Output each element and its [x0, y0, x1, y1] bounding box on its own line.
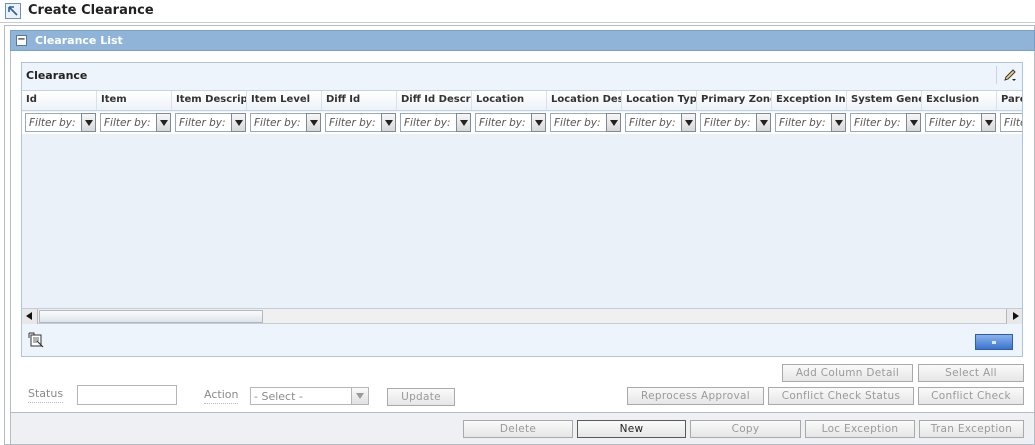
- add-column-detail-button[interactable]: Add Column Detail: [782, 364, 913, 382]
- action-label: Action: [204, 388, 239, 404]
- clearance-table: Clearance IdItemItem DescriptionItem Lev…: [21, 62, 1023, 357]
- filter-cell: Filter by:: [847, 113, 922, 132]
- page-title: Create Clearance: [28, 3, 154, 18]
- column-header[interactable]: Item Description: [172, 91, 247, 110]
- select-all-button[interactable]: Select All: [918, 364, 1024, 382]
- filter-input[interactable]: Filter by:: [325, 113, 382, 132]
- table-body: [22, 134, 1022, 308]
- column-header[interactable]: Parent: [997, 91, 1022, 110]
- column-header[interactable]: Location Type: [622, 91, 697, 110]
- chevron-down-icon[interactable]: [156, 113, 171, 132]
- filter-cell: Filter by:: [922, 113, 997, 132]
- filter-cell: Filter by:: [997, 113, 1022, 132]
- conflict-check-status-button[interactable]: Conflict Check Status: [768, 387, 914, 405]
- status-label: Status: [28, 387, 64, 403]
- filter-input[interactable]: Filter by:: [550, 113, 607, 132]
- update-button[interactable]: Update: [387, 388, 455, 406]
- filter-input[interactable]: Filter by:: [700, 113, 757, 132]
- footer-action-button[interactable]: [975, 334, 1013, 350]
- filter-cell: Filter by:: [772, 113, 847, 132]
- filter-cell: Filter by:: [247, 113, 322, 132]
- scrollbar-thumb[interactable]: [39, 310, 263, 323]
- filter-input[interactable]: Filter by:: [1000, 113, 1022, 132]
- filter-cell: Filter by:: [397, 113, 472, 132]
- page-title-bar: Create Clearance: [0, 0, 1035, 23]
- chevron-down-icon[interactable]: [456, 113, 471, 132]
- pencil-icon[interactable]: [1003, 68, 1017, 82]
- chevron-down-icon[interactable]: [756, 113, 771, 132]
- horizontal-scrollbar[interactable]: [22, 308, 1022, 324]
- window-restore-icon[interactable]: [5, 3, 21, 19]
- chevron-down-icon[interactable]: [231, 113, 246, 132]
- filter-input[interactable]: Filter by:: [850, 113, 907, 132]
- chevron-down-icon[interactable]: [831, 113, 846, 132]
- delete-button[interactable]: Delete: [463, 420, 573, 438]
- chevron-down-icon[interactable]: [306, 113, 321, 132]
- column-header[interactable]: Location: [472, 91, 547, 110]
- filter-cell: Filter by:: [97, 113, 172, 132]
- filter-input[interactable]: Filter by:: [100, 113, 157, 132]
- table-heading: Clearance: [26, 69, 88, 82]
- detach-icon[interactable]: [28, 332, 44, 348]
- filter-input[interactable]: Filter by:: [25, 113, 82, 132]
- chevron-down-icon[interactable]: [81, 113, 96, 132]
- filter-cell: Filter by:: [622, 113, 697, 132]
- chevron-down-icon[interactable]: [351, 388, 368, 404]
- chevron-down-icon[interactable]: [531, 113, 546, 132]
- filter-input[interactable]: Filter by:: [475, 113, 532, 132]
- column-header-row: IdItemItem DescriptionItem LevelDiff IdD…: [22, 90, 1022, 111]
- collapse-icon[interactable]: −: [16, 35, 27, 46]
- filter-cell: Filter by:: [547, 113, 622, 132]
- loc-exception-button[interactable]: Loc Exception: [805, 420, 915, 438]
- filter-input[interactable]: Filter by:: [400, 113, 457, 132]
- filter-input[interactable]: Filter by:: [775, 113, 832, 132]
- filter-input[interactable]: Filter by:: [175, 113, 232, 132]
- arrow-right-icon[interactable]: [1006, 309, 1022, 324]
- clearance-list-panel-header[interactable]: − Clearance List: [10, 30, 1035, 51]
- chevron-down-icon[interactable]: [606, 113, 621, 132]
- arrow-left-icon[interactable]: [22, 309, 38, 324]
- column-header[interactable]: Item: [97, 91, 172, 110]
- chevron-down-icon[interactable]: [981, 113, 996, 132]
- table-tools: [996, 66, 1018, 84]
- panel-title: Clearance List: [35, 34, 123, 47]
- chevron-down-icon[interactable]: [906, 113, 921, 132]
- column-header[interactable]: Id: [22, 91, 97, 110]
- filter-input[interactable]: Filter by:: [925, 113, 982, 132]
- status-field[interactable]: [77, 385, 177, 405]
- column-header[interactable]: Diff Id Description: [397, 91, 472, 110]
- filter-row: Filter by: Filter by: Filter by: Filter by:…: [22, 112, 1022, 134]
- column-header[interactable]: Primary Zone: [697, 91, 772, 110]
- column-header[interactable]: Location Description: [547, 91, 622, 110]
- filter-input[interactable]: Filter by:: [625, 113, 682, 132]
- chevron-down-icon[interactable]: [381, 113, 396, 132]
- filter-cell: Filter by:: [697, 113, 772, 132]
- tran-exception-button[interactable]: Tran Exception: [919, 420, 1024, 438]
- filter-cell: Filter by:: [322, 113, 397, 132]
- copy-button[interactable]: Copy: [690, 420, 801, 438]
- column-header[interactable]: Exception Indicator: [772, 91, 847, 110]
- table-footer: [22, 325, 1022, 356]
- filter-cell: Filter by:: [22, 113, 97, 132]
- column-header[interactable]: Exclusion: [922, 91, 997, 110]
- filter-cell: Filter by:: [472, 113, 547, 132]
- column-header[interactable]: Diff Id: [322, 91, 397, 110]
- reprocess-approval-button[interactable]: Reprocess Approval: [627, 387, 764, 405]
- filter-input[interactable]: Filter by:: [250, 113, 307, 132]
- new-button[interactable]: New: [577, 420, 686, 438]
- column-header[interactable]: Item Level: [247, 91, 322, 110]
- filter-cell: Filter by:: [172, 113, 247, 132]
- conflict-check-button[interactable]: Conflict Check: [918, 387, 1024, 405]
- column-header[interactable]: System Generated: [847, 91, 922, 110]
- chevron-down-icon[interactable]: [681, 113, 696, 132]
